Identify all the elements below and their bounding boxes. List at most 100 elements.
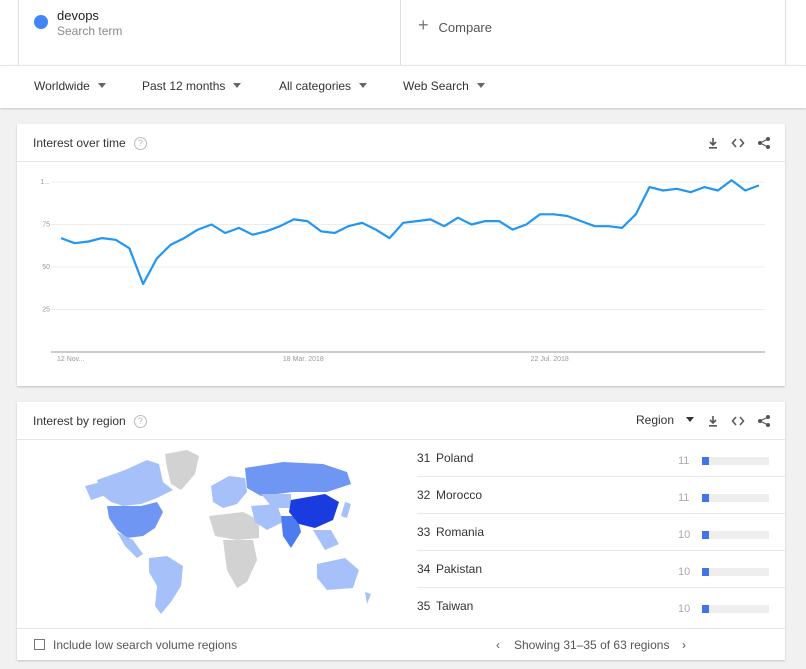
y-tick-label: 1... [40,179,50,186]
region-value: 11 [678,455,690,467]
region-value: 10 [678,603,691,615]
chevron-left-icon[interactable]: ‹ [496,638,500,652]
y-tick-label: 25 [42,307,50,314]
filter-bar: Worldwide Past 12 months All categories … [0,65,806,108]
region-value: 10 [678,529,691,541]
filter-search-type-label: Web Search [403,79,469,93]
search-term-card[interactable]: devops Search term [18,0,401,65]
region-bar [702,605,769,613]
region-rank: 34 [417,562,431,576]
dropdown-arrow-icon [97,83,106,88]
map-region-australia [317,558,359,590]
embed-icon[interactable] [730,136,746,152]
filter-category-label: All categories [279,79,352,93]
pagination-label: Showing 31–35 of 63 regions [514,638,670,652]
region-name[interactable]: Taiwan [436,599,473,613]
download-icon[interactable] [705,414,721,430]
filter-category[interactable]: All categories [279,79,368,93]
map-region-russia [245,462,351,496]
help-icon[interactable]: ? [133,137,147,150]
region-row[interactable]: 33 Romania 10 [417,514,785,551]
card-title-text: Interest over time [33,136,126,150]
search-term-subtitle: Search term [57,24,123,38]
y-tick-label: 50 [42,264,50,271]
x-tick-label: 22 Jul. 2018 [531,356,569,363]
region-row[interactable]: 34 Pakistan 10 [417,551,785,588]
card-title: Interest by region? [33,414,147,429]
y-tick-label: 75 [42,222,50,229]
region-name[interactable]: Morocco [436,488,482,502]
region-bar-fill [702,494,710,502]
divider [785,0,786,65]
region-bar [702,531,769,539]
filter-time-range-label: Past 12 months [142,79,226,93]
dropdown-arrow-icon [233,83,242,88]
compare-button[interactable]: + Compare [418,15,492,37]
world-map[interactable] [77,446,377,616]
region-row[interactable]: 35 Taiwan 10 [417,588,785,625]
map-region-alaska [85,482,103,500]
map-region-southeast-asia [313,530,339,550]
dropdown-arrow-icon [476,83,485,88]
search-term-name[interactable]: devops [57,8,99,23]
low-volume-label[interactable]: Include low search volume regions [53,638,237,652]
x-tick-label: 18 Mar. 2018 [283,356,324,363]
map-region-canada [97,460,173,506]
region-resolution-select[interactable]: Region [636,413,695,427]
card-title-text: Interest by region [33,414,126,428]
card-title: Interest over time? [33,136,147,151]
map-region-greenland [165,450,199,490]
region-bar-fill [702,457,710,465]
plus-icon: + [418,15,429,35]
dropdown-arrow-icon [359,83,368,88]
region-bar-fill [702,568,709,576]
region-value: 10 [678,566,691,578]
region-rank: 35 [417,599,431,613]
share-icon[interactable] [756,414,772,430]
region-name[interactable]: Pakistan [436,562,482,576]
dropdown-arrow-icon [686,417,695,422]
region-rank: 32 [417,488,431,502]
region-row[interactable]: 31 Poland 11 [417,440,785,477]
filter-time-range[interactable]: Past 12 months [142,79,242,93]
region-row[interactable]: 32 Morocco 11 [417,477,785,514]
x-tick-label: 12 Nov... [57,356,85,363]
filter-location-label: Worldwide [34,79,90,93]
map-region-north-africa [209,512,259,540]
map-region-south-america [149,556,183,614]
download-icon[interactable] [705,136,721,152]
region-name[interactable]: Romania [436,525,484,539]
low-volume-checkbox[interactable] [34,639,45,650]
region-value: 11 [678,492,690,504]
region-rank: 33 [417,525,431,539]
filter-search-type[interactable]: Web Search [403,79,485,93]
interest-by-region-card: Interest by region? Region 31 Poland 11 … [17,402,785,660]
region-bar [702,568,769,576]
region-resolution-label: Region [636,413,675,427]
region-bar-fill [702,605,709,613]
card-header: Interest over time? [17,124,785,162]
share-icon[interactable] [756,136,772,152]
help-icon[interactable]: ? [133,415,147,428]
map-region-europe [211,476,247,508]
region-bar-fill [702,531,709,539]
series-line [60,179,760,286]
region-rank: 31 [417,451,431,465]
map-region-japan [341,502,351,518]
filter-location[interactable]: Worldwide [34,79,106,93]
search-terms-bar: devops Search term + Compare [0,0,806,65]
interest-over-time-card: Interest over time? 1... 75 50 25 12 Nov... 1… [17,124,785,386]
region-name[interactable]: Poland [436,451,473,465]
region-bar [702,457,769,465]
card-header: Interest by region? Region [17,402,785,440]
compare-label: Compare [438,20,492,35]
region-bar [702,494,769,502]
map-region-usa [107,502,163,538]
embed-icon[interactable] [730,414,746,430]
card-footer: Include low search volume regions ‹ Show… [17,628,785,660]
interest-over-time-chart: 1... 75 50 25 12 Nov... 18 Mar. 2018 22 Jul. 2… [40,179,765,363]
map-region-southern-africa [223,540,257,588]
map-region-new-zealand [365,592,371,604]
term-color-dot [34,15,48,29]
chevron-right-icon[interactable]: › [682,638,686,652]
